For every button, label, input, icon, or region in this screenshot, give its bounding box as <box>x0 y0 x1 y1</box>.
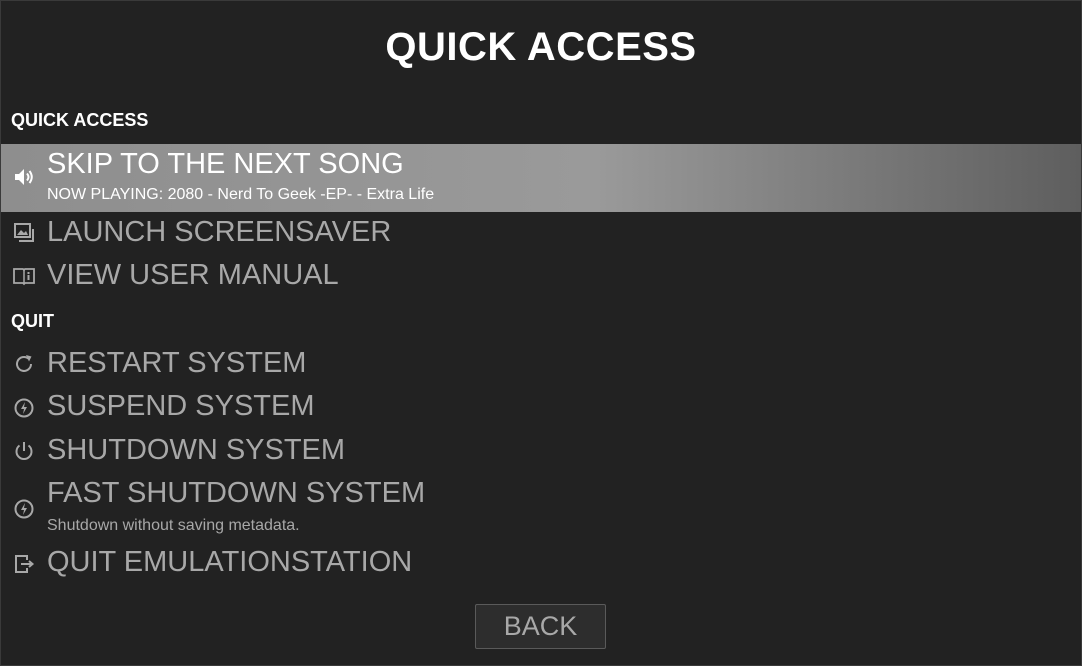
manual-icon <box>11 263 37 289</box>
menu-item-launch-screensaver[interactable]: LAUNCH SCREENSAVER <box>1 214 1081 254</box>
back-button[interactable]: BACK <box>475 604 606 649</box>
quick-access-menu: QUICK ACCESS QUICK ACCESS SKIP TO THE NE… <box>0 0 1082 666</box>
menu-item-label: VIEW USER MANUAL <box>47 259 339 291</box>
now-playing-text: NOW PLAYING: 2080 - Nerd To Geek -EP- - … <box>47 186 435 203</box>
menu-item-label: FAST SHUTDOWN SYSTEM <box>47 477 426 509</box>
menu-item-fast-shutdown-system[interactable]: FAST SHUTDOWN SYSTEM Shutdown without sa… <box>1 475 1081 541</box>
menu-item-restart-system[interactable]: RESTART SYSTEM <box>1 345 1081 385</box>
menu-item-shutdown-system[interactable]: SHUTDOWN SYSTEM <box>1 432 1081 472</box>
exit-icon <box>11 551 37 577</box>
menu-item-label: RESTART SYSTEM <box>47 347 307 379</box>
suspend-icon <box>11 395 37 421</box>
section-header-quick-access: QUICK ACCESS <box>11 110 149 130</box>
menu-item-label: SKIP TO THE NEXT SONG <box>47 148 404 180</box>
section-header-quit: QUIT <box>11 311 54 331</box>
menu-item-label: QUIT EMULATIONSTATION <box>47 546 413 578</box>
speaker-icon <box>11 164 37 190</box>
power-icon <box>11 438 37 464</box>
menu-item-skip-song[interactable]: SKIP TO THE NEXT SONG NOW PLAYING: 2080 … <box>1 144 1081 212</box>
menu-item-view-user-manual[interactable]: VIEW USER MANUAL <box>1 257 1081 297</box>
restart-icon <box>11 351 37 377</box>
menu-item-label: SHUTDOWN SYSTEM <box>47 434 346 466</box>
screensaver-icon <box>11 220 37 246</box>
menu-title: QUICK ACCESS <box>385 25 697 69</box>
menu-item-label: SUSPEND SYSTEM <box>47 390 315 422</box>
fast-shutdown-icon <box>11 496 37 522</box>
menu-item-sublabel: Shutdown without saving metadata. <box>47 517 300 534</box>
menu-item-label: LAUNCH SCREENSAVER <box>47 216 392 248</box>
menu-item-quit-emulationstation[interactable]: QUIT EMULATIONSTATION <box>1 544 1081 584</box>
menu-item-suspend-system[interactable]: SUSPEND SYSTEM <box>1 388 1081 428</box>
